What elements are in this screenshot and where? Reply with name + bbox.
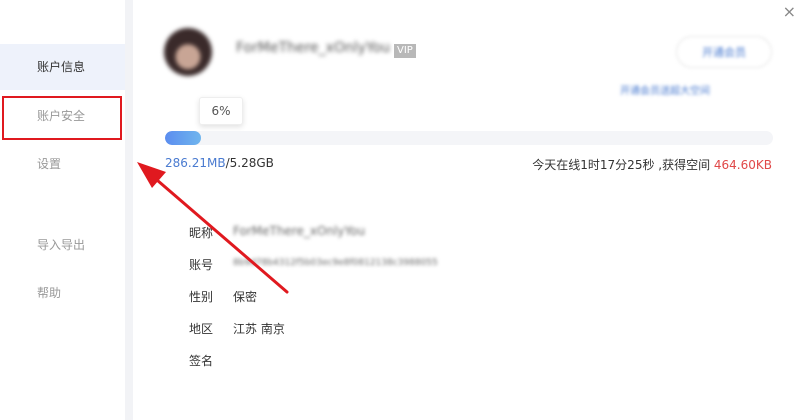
used-space: 286.21MB — [165, 156, 226, 170]
storage-usage: 286.21MB/5.28GB — [165, 156, 274, 170]
storage-progress-fill — [165, 131, 202, 145]
region-label: 地区 — [189, 322, 214, 336]
storage-progress-bar — [165, 131, 773, 145]
nickname-label: 昵称 — [189, 226, 214, 240]
close-icon[interactable]: × — [783, 4, 796, 20]
gender-value: 保密 — [233, 290, 258, 304]
gender-label: 性别 — [189, 290, 214, 304]
total-space: /5.28GB — [225, 156, 274, 170]
highlight-box — [2, 96, 122, 140]
nickname: ForMeThere_xOnlyYou — [236, 40, 391, 56]
online-time: 今天在线1时17分25秒 ,获得空间 464.60KB — [532, 156, 772, 173]
signature-label: 签名 — [189, 354, 214, 368]
sidebar-item-import-export[interactable]: 导入导出 — [0, 222, 125, 268]
vip-badge: VIP — [394, 44, 416, 58]
sidebar-item-settings[interactable]: 设置 — [0, 141, 125, 187]
sidebar: 账户信息 账户安全 设置 导入导出 帮助 — [0, 0, 125, 420]
promo-link[interactable]: 开通会员送超大空间 — [620, 82, 710, 97]
account-value: 8b9d78b4312f5b03ec9e8f0812138c3988055 — [233, 258, 438, 268]
gained-space: 464.60KB — [713, 158, 772, 172]
avatar[interactable] — [164, 28, 212, 76]
sidebar-item-account-info[interactable]: 账户信息 — [0, 44, 125, 90]
usage-percent-tooltip: 6% — [199, 97, 243, 125]
nickname-value: ForMeThere_xOnlyYou — [233, 224, 366, 238]
account-label: 账号 — [189, 258, 214, 272]
open-vip-button[interactable]: 开通会员 — [676, 36, 772, 68]
region-value: 江苏 南京 — [233, 322, 285, 336]
sidebar-item-help[interactable]: 帮助 — [0, 270, 125, 316]
sidebar-divider — [125, 0, 133, 420]
online-text: 今天在线1时17分25秒 ,获得空间 — [532, 158, 714, 172]
